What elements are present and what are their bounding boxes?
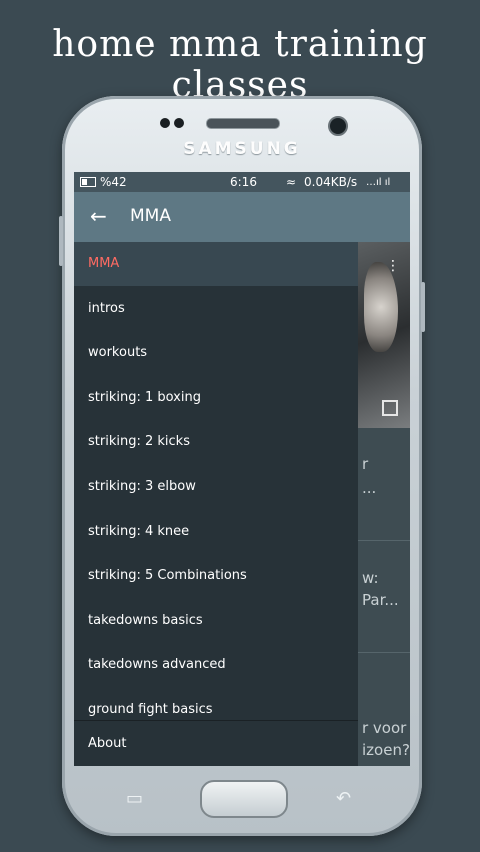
sensor-dot — [160, 118, 170, 128]
back-arrow-icon[interactable]: ← — [90, 204, 107, 228]
video-thumbnail[interactable]: ⋮ — [358, 242, 410, 428]
drawer-item-label: workouts — [88, 345, 148, 361]
list-item-text: w: — [362, 569, 379, 587]
drawer-item-takedowns-advanced[interactable]: takedowns advanced — [74, 643, 358, 687]
drawer-item-kicks[interactable]: striking: 2 kicks — [74, 420, 358, 464]
list-item-text: Par... — [362, 591, 399, 609]
volume-button — [59, 216, 63, 266]
drawer-item-label: striking: 2 kicks — [88, 434, 190, 450]
list-item-text: r voor — [362, 719, 407, 737]
network-speed: 0.04KB/s — [304, 175, 358, 189]
navigation-drawer: MMA intros workouts striking: 1 boxing s… — [74, 242, 358, 766]
clock: 6:16 — [230, 175, 257, 189]
drawer-item-label: intros — [88, 300, 125, 316]
drawer-item-label: striking: 5 Combinations — [88, 568, 247, 584]
drawer-item-label: takedowns advanced — [88, 657, 226, 673]
headline: home mma training classes — [52, 24, 428, 106]
list-item-text: izoen? — [362, 741, 410, 759]
power-button — [421, 282, 425, 332]
earpiece-speaker — [206, 118, 280, 129]
drawer-item-knee[interactable]: striking: 4 knee — [74, 510, 358, 554]
wifi-icon: ≈ — [286, 175, 297, 189]
drawer-item-takedowns-basics[interactable]: takedowns basics — [74, 599, 358, 643]
battery-level: %42 — [100, 175, 127, 189]
brand-logo: SAMSUNG — [183, 139, 301, 159]
drawer-item-intros[interactable]: intros — [74, 287, 358, 331]
drawer-item-about[interactable]: About — [74, 720, 358, 766]
thumbnail-image — [364, 262, 398, 352]
battery-icon — [80, 177, 96, 187]
background-content: ⋮ r ... w: Par... r voor izoen? — [358, 242, 410, 766]
drawer-item-label: striking: 1 boxing — [88, 389, 201, 405]
recent-apps-icon[interactable]: ▭ — [126, 788, 143, 809]
drawer-item-combinations[interactable]: striking: 5 Combinations — [74, 554, 358, 598]
drawer-item-boxing[interactable]: striking: 1 boxing — [74, 376, 358, 420]
front-camera — [328, 116, 348, 136]
app-bar-title: MMA — [130, 206, 171, 226]
drawer-footer-label: About — [88, 736, 127, 751]
screen: %42 6:16 ≈ 0.04KB/s …ıl ıl ← MMA ⋮ r ...… — [74, 172, 410, 766]
phone-frame: SAMSUNG %42 6:16 ≈ 0.04KB/s …ıl ıl ← MMA… — [59, 96, 425, 836]
more-options-icon[interactable]: ⋮ — [386, 258, 400, 274]
drawer-item-elbow[interactable]: striking: 3 elbow — [74, 465, 358, 509]
drawer-item-workouts[interactable]: workouts — [74, 331, 358, 375]
sensor-dot — [174, 118, 184, 128]
fullscreen-icon[interactable] — [382, 400, 398, 416]
back-icon[interactable]: ↶ — [336, 788, 351, 809]
drawer-item-label: striking: 4 knee — [88, 523, 190, 539]
list-item-text: ... — [362, 479, 377, 497]
app-bar: ← MMA — [74, 192, 410, 242]
drawer-item-label: MMA — [88, 256, 120, 271]
list-item-text: r — [362, 455, 369, 473]
drawer-item-label: ground fight basics — [88, 702, 213, 717]
home-button[interactable] — [200, 780, 288, 818]
drawer-item-label: striking: 3 elbow — [88, 479, 196, 494]
drawer-item-label: takedowns basics — [88, 612, 203, 628]
drawer-item-mma[interactable]: MMA — [74, 242, 358, 286]
signal-icon: …ıl ıl — [366, 177, 391, 188]
divider — [358, 540, 410, 541]
status-bar: %42 6:16 ≈ 0.04KB/s …ıl ıl — [74, 172, 410, 192]
divider — [358, 652, 410, 653]
